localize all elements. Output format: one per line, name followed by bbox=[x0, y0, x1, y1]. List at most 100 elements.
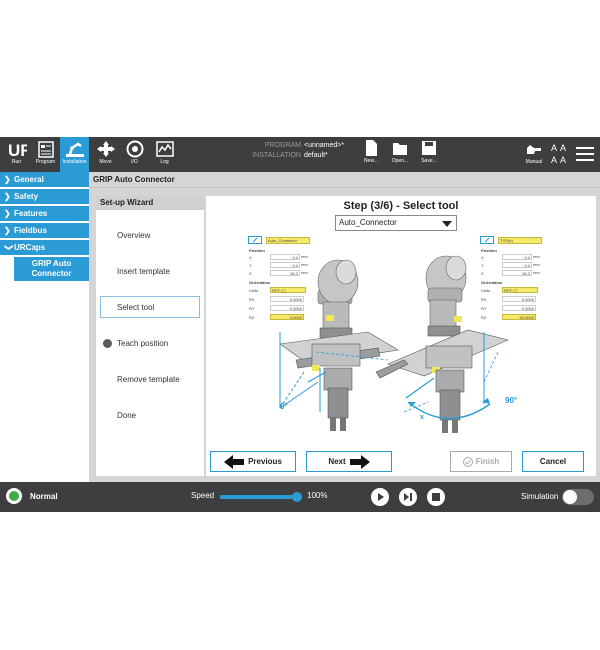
orientation-heading: Orientation bbox=[249, 280, 271, 285]
pencil-icon bbox=[484, 237, 490, 243]
wizard-step-overview[interactable]: Overview bbox=[117, 231, 150, 240]
program-label: PROGRAM bbox=[264, 142, 301, 149]
left-y-field[interactable]: 0.0 bbox=[270, 262, 300, 268]
svg-text:UR: UR bbox=[8, 141, 27, 158]
move-icon bbox=[96, 141, 115, 157]
installation-label: INSTALLATION bbox=[252, 152, 301, 159]
hand-icon bbox=[527, 145, 541, 154]
sidebar-item-safety[interactable]: ❯ Safety bbox=[0, 189, 89, 204]
axis-label: RY bbox=[481, 306, 487, 311]
wizard-step-select-tool[interactable]: Select tool bbox=[117, 303, 154, 312]
sidebar-item-general[interactable]: ❯ General bbox=[0, 172, 89, 187]
run-tab[interactable]: UR Run bbox=[2, 137, 31, 172]
next-button[interactable]: Next bbox=[306, 451, 392, 472]
menu-button[interactable] bbox=[576, 146, 594, 162]
save-button[interactable]: Save... bbox=[416, 139, 442, 171]
installation-tab-label: Installation bbox=[62, 159, 87, 165]
speed-slider[interactable] bbox=[220, 492, 302, 502]
right-units-dropdown[interactable]: RPY (°) bbox=[502, 287, 538, 293]
left-tcp-dropdown[interactable]: Auto_Connector bbox=[266, 237, 310, 244]
wizard-step-done[interactable]: Done bbox=[117, 411, 136, 420]
wizard-step-teach-position[interactable]: Teach position bbox=[117, 339, 168, 348]
sidebar-item-features[interactable]: ❯ Features bbox=[0, 206, 89, 221]
unit-label: mm bbox=[301, 254, 308, 259]
axis-label: RX bbox=[481, 297, 487, 302]
edit-pencil-button[interactable] bbox=[248, 236, 262, 244]
unit-label: mm bbox=[301, 262, 308, 267]
io-tab-label: I/O bbox=[131, 159, 138, 165]
position-heading: Position bbox=[481, 248, 497, 253]
sidebar-item-label: Fieldbus bbox=[14, 226, 47, 235]
stop-button[interactable] bbox=[427, 488, 445, 506]
play-button[interactable] bbox=[371, 488, 389, 506]
speed-slider-handle[interactable] bbox=[292, 492, 302, 502]
sidebar-item-label: General bbox=[14, 175, 44, 184]
installation-tab[interactable]: Installation bbox=[60, 137, 89, 172]
right-tcp-form: TCP(x) Position X 0.0 mm Y 0.0 mm Z 30.3… bbox=[480, 236, 544, 324]
finish-button[interactable]: Finish bbox=[450, 451, 512, 472]
save-button-label: Save... bbox=[421, 158, 437, 164]
chevron-right-icon: ❯ bbox=[4, 175, 11, 184]
log-tab-label: Log bbox=[160, 159, 169, 165]
status-green-icon bbox=[9, 491, 19, 501]
unit-label: mm bbox=[533, 254, 540, 259]
page-title: GRIP Auto Connector bbox=[89, 172, 600, 188]
sidebar-subitem-grip-auto-connector[interactable]: GRIP Auto Connector bbox=[14, 257, 89, 281]
sidebar-item-urcaps[interactable]: ❯ URCaps bbox=[0, 240, 89, 255]
log-icon bbox=[155, 141, 174, 157]
svg-text:A: A bbox=[551, 143, 557, 153]
manual-mode-button[interactable]: Manual bbox=[522, 140, 546, 170]
open-button-label: Open... bbox=[391, 158, 409, 164]
status-indicator[interactable] bbox=[6, 488, 22, 504]
right-rz-field[interactable]: 90.0000 bbox=[502, 314, 536, 320]
unit-label: mm bbox=[533, 270, 540, 275]
svg-text:A: A bbox=[551, 155, 557, 165]
run-tab-label: Run bbox=[11, 159, 22, 165]
log-tab[interactable]: Log bbox=[150, 137, 179, 172]
program-tab[interactable]: Program bbox=[31, 137, 60, 172]
sidebar-item-label: Features bbox=[14, 209, 48, 218]
installation-indicator: INSTALLATION default* bbox=[217, 152, 328, 159]
check-icon bbox=[462, 456, 473, 467]
wizard-step-remove-template[interactable]: Remove template bbox=[117, 375, 180, 384]
left-rz-field[interactable]: 0.0000 bbox=[270, 314, 304, 320]
right-rx-field[interactable]: 0.0000 bbox=[502, 296, 536, 302]
move-tab[interactable]: Move bbox=[91, 137, 120, 172]
right-tcp-dropdown[interactable]: TCP(x) bbox=[498, 237, 542, 244]
manual-label: Manual bbox=[525, 159, 543, 165]
cancel-button[interactable]: Cancel bbox=[522, 451, 584, 472]
axis-label: Y bbox=[249, 263, 252, 268]
hamburger-menu-icon bbox=[576, 147, 594, 161]
left-x-field[interactable]: 0.0 bbox=[270, 254, 300, 260]
left-z-field[interactable]: 30.3 bbox=[270, 270, 300, 276]
right-tcp-dropdown-value: TCP(x) bbox=[500, 238, 513, 243]
sidebar-item-fieldbus[interactable]: ❯ Fieldbus bbox=[0, 223, 89, 238]
simulation-toggle[interactable] bbox=[562, 489, 594, 505]
installation-name: default* bbox=[304, 152, 328, 159]
io-tab[interactable]: I/O bbox=[120, 137, 149, 172]
chevron-down-icon: ❯ bbox=[4, 244, 14, 251]
tool-select-dropdown[interactable]: Auto_Connector bbox=[335, 215, 457, 231]
open-button[interactable]: Open... bbox=[387, 139, 413, 171]
new-button[interactable]: New... bbox=[358, 139, 384, 171]
svg-text:A: A bbox=[560, 143, 566, 153]
right-z-field[interactable]: 30.3 bbox=[502, 270, 532, 276]
text-size-button[interactable]: A A A A bbox=[551, 141, 568, 167]
right-y-field[interactable]: 0.0 bbox=[502, 262, 532, 268]
right-ry-field[interactable]: 0.0000 bbox=[502, 305, 536, 311]
step-button[interactable] bbox=[399, 488, 417, 506]
ur-logo-icon: UR bbox=[8, 141, 27, 158]
left-ry-field[interactable]: 0.0000 bbox=[270, 305, 304, 311]
left-units-dropdown[interactable]: RPY (°) bbox=[270, 287, 306, 293]
current-step-dot-icon bbox=[103, 339, 112, 348]
previous-button[interactable]: Previous bbox=[210, 451, 296, 472]
chevron-right-icon: ❯ bbox=[4, 226, 11, 235]
sidebar-item-label: Safety bbox=[14, 192, 39, 201]
arrow-left-icon bbox=[224, 454, 245, 469]
right-x-field[interactable]: 0.0 bbox=[502, 254, 532, 260]
edit-pencil-button[interactable] bbox=[480, 236, 494, 244]
io-icon bbox=[126, 140, 143, 158]
axis-label: RZ bbox=[249, 315, 255, 320]
left-rx-field[interactable]: 0.0000 bbox=[270, 296, 304, 302]
wizard-step-insert-template[interactable]: Insert template bbox=[117, 267, 170, 276]
